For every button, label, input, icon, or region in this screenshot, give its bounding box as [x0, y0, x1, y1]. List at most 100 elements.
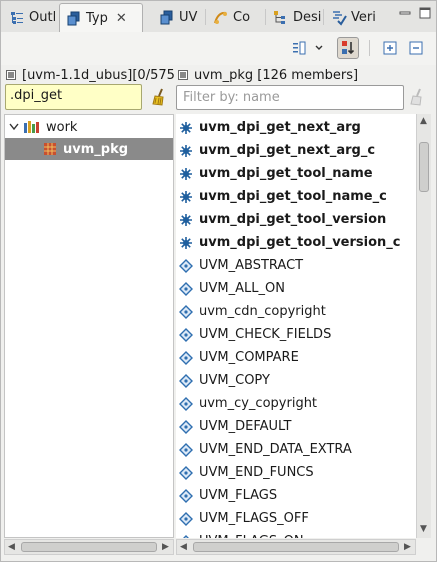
hscroll-thumb[interactable]: [193, 542, 399, 552]
tab-uvm[interactable]: UV: [153, 4, 199, 31]
scroll-right-arrow[interactable]: ▶: [162, 542, 169, 552]
member-list: uvm_dpi_get_next_arg uvm_dpi_get_next_arg…: [176, 114, 416, 538]
member-label: uvm_dpi_get_tool_name_c: [199, 189, 387, 204]
chevron-down-icon[interactable]: [9, 122, 19, 132]
collapse-all-button[interactable]: [405, 37, 427, 59]
tree-item-label: uvm_pkg: [63, 141, 129, 157]
member-label: UVM_ALL_ON: [199, 281, 285, 296]
function-icon: [180, 167, 192, 180]
clear-member-filter-icon[interactable]: [408, 88, 426, 106]
layout-menu-button[interactable]: [312, 37, 326, 59]
sort-members-button[interactable]: [337, 37, 359, 59]
scroll-up-arrow[interactable]: ▲: [420, 116, 427, 126]
package-icon: [44, 143, 56, 155]
tab-label: Typ: [86, 11, 108, 26]
tab-label: Desi: [293, 10, 321, 25]
members-header-icon: [178, 70, 188, 80]
member-list-item[interactable]: UVM_FLAGS_OFF: [176, 507, 416, 530]
tab-label: Co: [233, 10, 251, 25]
constant-icon: [179, 442, 193, 457]
library-header: [uvm-1.1d_ubus][0/575: [6, 66, 174, 84]
member-list-hscrollbar[interactable]: ◀ ▶: [176, 539, 416, 555]
member-list-item[interactable]: UVM_COPY: [176, 369, 416, 392]
member-label: uvm_dpi_get_tool_version: [199, 212, 387, 227]
member-list-item[interactable]: uvm_dpi_get_next_arg: [176, 116, 416, 139]
member-list-item[interactable]: UVM_ABSTRACT: [176, 254, 416, 277]
view-tab-bar: Outl Typ ✕ UV Co Desi Veri: [1, 1, 436, 33]
member-list-item[interactable]: uvm_dpi_get_tool_name_c: [176, 185, 416, 208]
member-label: UVM_END_FUNCS: [199, 465, 314, 480]
constant-icon: [179, 258, 193, 273]
tab-design[interactable]: Desi: [267, 4, 321, 31]
member-list-item[interactable]: UVM_DEFAULT: [176, 415, 416, 438]
tab-verification[interactable]: Veri: [325, 4, 377, 31]
tab-coverage[interactable]: Co: [207, 4, 259, 31]
member-label: UVM_CHECK_FIELDS: [199, 327, 332, 342]
member-list-item[interactable]: UVM_END_DATA_EXTRA: [176, 438, 416, 461]
member-list-vscrollbar[interactable]: ▲ ▼: [416, 114, 431, 538]
tab-label: Outl: [29, 10, 57, 25]
member-list-item[interactable]: UVM_FLAGS_ON: [176, 530, 416, 538]
constant-icon: [179, 465, 193, 480]
design-icon: [274, 10, 285, 24]
tab-label: UV: [179, 10, 198, 25]
member-list-item[interactable]: UVM_FLAGS: [176, 484, 416, 507]
member-list-item[interactable]: uvm_dpi_get_tool_name: [176, 162, 416, 185]
vscroll-thumb[interactable]: [419, 142, 429, 192]
function-icon: [180, 190, 192, 203]
member-list-item[interactable]: uvm_dpi_get_next_arg_c: [176, 139, 416, 162]
members-header: uvm_pkg [126 members]: [178, 66, 418, 84]
constant-icon: [179, 396, 193, 411]
layout-icon: [293, 41, 306, 55]
close-tab-icon[interactable]: ✕: [116, 11, 127, 26]
tab-type-hierarchy[interactable]: Typ ✕: [59, 3, 143, 33]
library-tree: work uvm_pkg: [4, 114, 174, 538]
function-icon: [180, 121, 192, 134]
member-label: UVM_FLAGS: [199, 488, 278, 503]
member-label: UVM_DEFAULT: [199, 419, 292, 434]
library-header-icon: [6, 70, 16, 80]
scroll-left-arrow[interactable]: ◀: [8, 542, 15, 552]
member-list-item[interactable]: UVM_COMPARE: [176, 346, 416, 369]
member-list-item[interactable]: uvm_cy_copyright: [176, 392, 416, 415]
scroll-left-arrow[interactable]: ◀: [180, 542, 187, 552]
constant-icon: [179, 511, 193, 526]
constant-icon: [179, 327, 193, 342]
clear-filter-icon[interactable]: [150, 88, 168, 106]
tree-item-uvm-pkg[interactable]: uvm_pkg: [5, 138, 173, 160]
layout-button[interactable]: [288, 37, 310, 59]
member-list-item[interactable]: uvm_dpi_get_tool_version: [176, 208, 416, 231]
tab-outline[interactable]: Outl: [3, 4, 57, 31]
constant-icon: [179, 488, 193, 503]
member-list-item[interactable]: UVM_CHECK_FIELDS: [176, 323, 416, 346]
member-list-item[interactable]: UVM_END_FUNCS: [176, 461, 416, 484]
member-list-item[interactable]: UVM_ALL_ON: [176, 277, 416, 300]
minimize-view-icon[interactable]: [399, 7, 411, 19]
chevron-down-icon: [315, 45, 323, 50]
member-label: UVM_ABSTRACT: [199, 258, 304, 273]
uvm-icon: [160, 10, 173, 24]
maximize-view-icon[interactable]: [419, 7, 431, 19]
member-list-item[interactable]: uvm_cdn_copyright: [176, 300, 416, 323]
verification-icon: [333, 10, 347, 26]
collapse-all-icon: [409, 41, 423, 55]
constant-icon: [179, 304, 193, 319]
constant-icon: [182, 534, 190, 538]
scroll-down-arrow[interactable]: ▼: [420, 524, 427, 534]
library-filter-input[interactable]: .dpi_get: [5, 84, 142, 110]
sort-icon: [342, 41, 355, 55]
member-label: uvm_dpi_get_next_arg: [199, 120, 361, 135]
hscroll-thumb[interactable]: [21, 542, 157, 552]
library-tree-hscrollbar[interactable]: ◀ ▶: [4, 539, 174, 555]
member-filter-input[interactable]: Filter by: name: [176, 85, 404, 110]
scroll-right-arrow[interactable]: ▶: [404, 542, 411, 552]
member-label: UVM_END_DATA_EXTRA: [199, 442, 352, 457]
view-toolbar: [1, 32, 436, 65]
tree-item-work[interactable]: work: [5, 116, 173, 138]
expand-all-icon: [383, 41, 397, 55]
outline-icon: [11, 11, 23, 24]
member-list-item[interactable]: uvm_dpi_get_tool_version_c: [176, 231, 416, 254]
constant-icon: [179, 419, 193, 434]
member-label: UVM_FLAGS_ON: [199, 534, 304, 538]
expand-all-button[interactable]: [379, 37, 401, 59]
